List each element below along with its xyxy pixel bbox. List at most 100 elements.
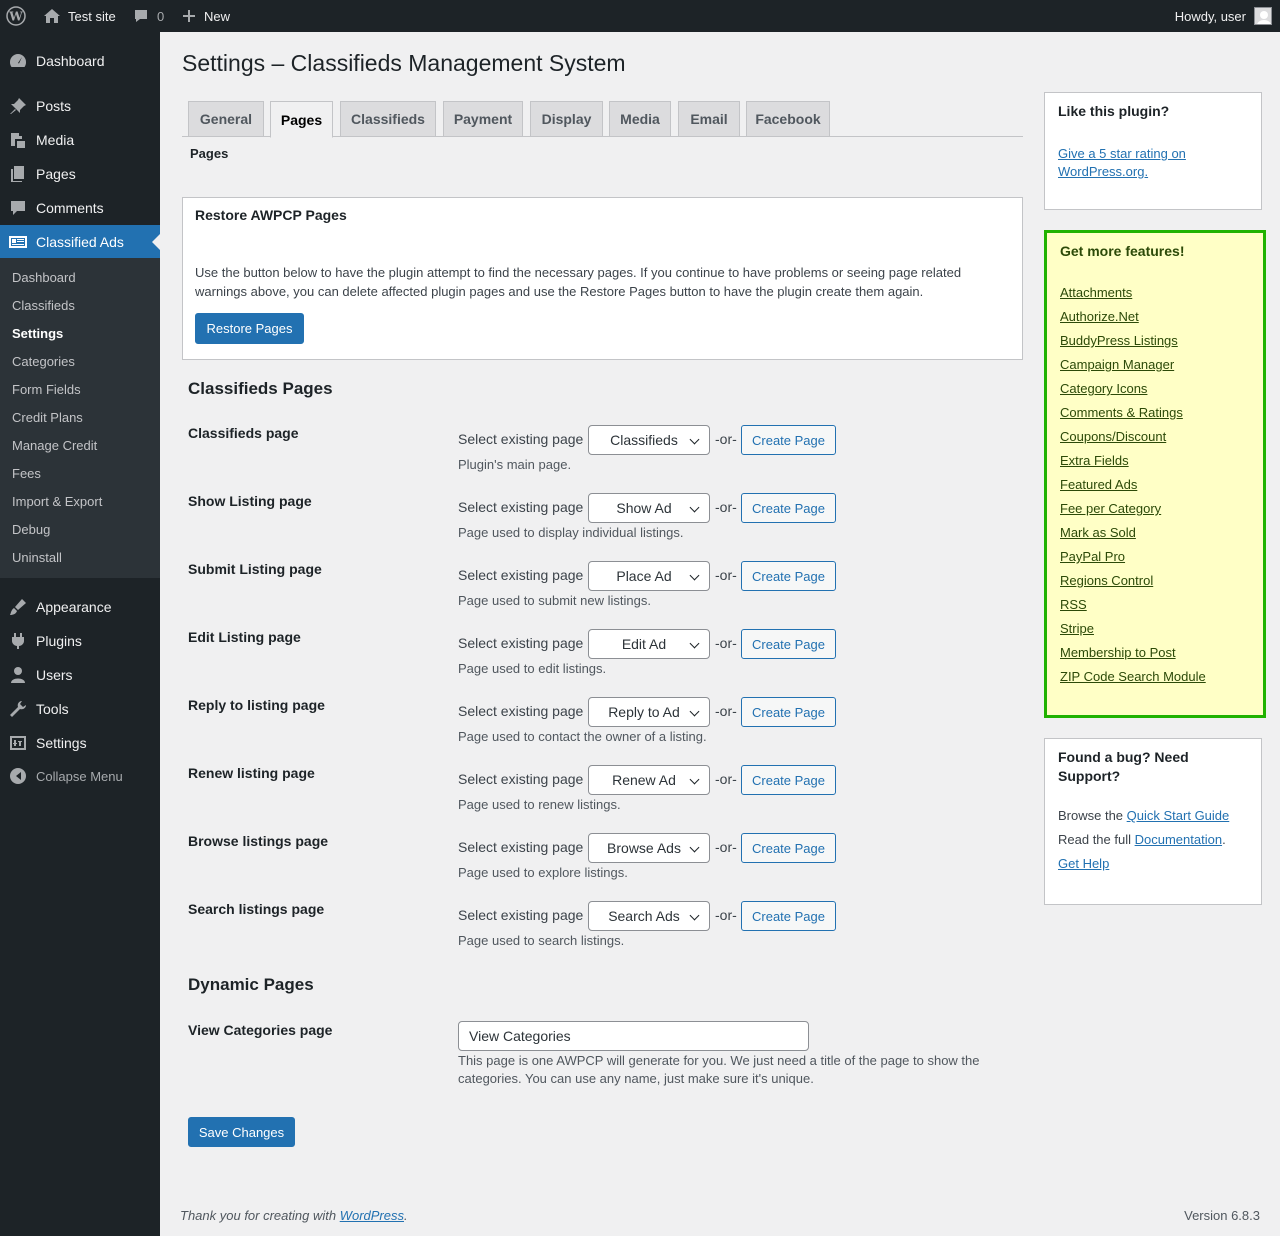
menu-item-users[interactable]: Users — [0, 658, 160, 692]
footer-thanks-suffix: . — [404, 1208, 408, 1223]
menu-item-appearance[interactable]: Appearance — [0, 590, 160, 624]
submenu-debug[interactable]: Debug — [12, 522, 50, 537]
create-page-button[interactable]: Create Page — [741, 833, 836, 863]
new-content-link[interactable]: New — [182, 0, 230, 32]
comment-icon — [11, 201, 25, 215]
page-select-value: Place Ad — [616, 568, 672, 584]
restore-title: Restore AWPCP Pages — [195, 207, 347, 223]
page-select-value: Show Ad — [616, 500, 672, 516]
feature-link[interactable]: Featured Ads — [1060, 477, 1137, 492]
submenu-import-export[interactable]: Import & Export — [12, 494, 102, 509]
or-separator: -or- — [715, 431, 737, 447]
menu-item-media[interactable]: Media — [0, 123, 160, 157]
select-existing-text: Select existing page — [458, 431, 584, 447]
site-name-link[interactable]: Test site — [43, 0, 116, 32]
page-row-label: Reply to listing page — [188, 697, 325, 713]
menu-item-comments[interactable]: Comments — [0, 191, 160, 225]
submenu-fees[interactable]: Fees — [12, 466, 41, 481]
menu-item-pages[interactable]: Pages — [0, 157, 160, 191]
feature-link[interactable]: PayPal Pro — [1060, 549, 1125, 564]
submenu-categories[interactable]: Categories — [12, 354, 75, 369]
submenu-form-fields[interactable]: Form Fields — [12, 382, 81, 397]
menu-label: Appearance — [36, 599, 112, 615]
feature-link[interactable]: BuddyPress Listings — [1060, 333, 1178, 348]
select-existing-text: Select existing page — [458, 703, 584, 719]
feature-link[interactable]: Fee per Category — [1060, 501, 1161, 516]
feature-link[interactable]: Extra Fields — [1060, 453, 1129, 468]
submenu-classifieds[interactable]: Classifieds — [12, 298, 75, 313]
menu-item-posts[interactable]: Posts — [0, 89, 160, 123]
save-changes-button[interactable]: Save Changes — [188, 1117, 295, 1147]
my-account-link[interactable]: Howdy, user — [1175, 0, 1272, 32]
page-select[interactable]: Classifieds — [588, 425, 710, 455]
feature-link[interactable]: RSS — [1060, 597, 1087, 612]
feature-link[interactable]: Attachments — [1060, 285, 1132, 300]
create-page-button[interactable]: Create Page — [741, 901, 836, 931]
feature-link[interactable]: Membership to Post — [1060, 645, 1176, 660]
dashboard-icon — [9, 54, 27, 67]
create-page-button[interactable]: Create Page — [741, 765, 836, 795]
feature-link[interactable]: Campaign Manager — [1060, 357, 1174, 372]
rate-plugin-link[interactable]: Give a 5 star rating on WordPress.org. — [1058, 146, 1186, 179]
feature-link[interactable]: Coupons/Discount — [1060, 429, 1166, 444]
feature-link[interactable]: Stripe — [1060, 621, 1094, 636]
feature-link[interactable]: Authorize.Net — [1060, 309, 1139, 324]
view-categories-input[interactable]: View Categories — [458, 1021, 809, 1051]
create-page-button[interactable]: Create Page — [741, 629, 836, 659]
page-select[interactable]: Place Ad — [588, 561, 710, 591]
documentation-link[interactable]: Documentation — [1135, 832, 1222, 847]
feature-link[interactable]: Regions Control — [1060, 573, 1153, 588]
collapse-menu-button[interactable]: Collapse Menu — [0, 759, 160, 793]
menu-item-dashboard[interactable]: Dashboard — [0, 44, 160, 78]
read-prefix: Read the full — [1058, 832, 1135, 847]
submenu-credit-plans[interactable]: Credit Plans — [12, 410, 83, 425]
page-select[interactable]: Show Ad — [588, 493, 710, 523]
tab-email[interactable]: Email — [678, 101, 740, 137]
menu-item-plugins[interactable]: Plugins — [0, 624, 160, 658]
get-help-link[interactable]: Get Help — [1058, 856, 1109, 871]
menu-item-tools[interactable]: Tools — [0, 692, 160, 726]
restore-pages-button[interactable]: Restore Pages — [195, 313, 304, 344]
wordpress-link[interactable]: WordPress — [340, 1208, 404, 1223]
or-separator: -or- — [715, 839, 737, 855]
menu-label: Plugins — [36, 633, 82, 649]
like-plugin-title: Like this plugin? — [1058, 103, 1170, 119]
feature-item: Fee per Category — [1060, 501, 1250, 525]
create-page-button[interactable]: Create Page — [741, 493, 836, 523]
tab-general[interactable]: General — [188, 101, 264, 137]
feature-item: Category Icons — [1060, 381, 1250, 405]
menu-item-classified-ads[interactable]: Classified Ads — [0, 225, 160, 259]
collapse-label: Collapse Menu — [36, 768, 123, 784]
page-select[interactable]: Reply to Ad — [588, 697, 710, 727]
quick-start-guide-link[interactable]: Quick Start Guide — [1127, 808, 1230, 823]
page-select[interactable]: Renew Ad — [588, 765, 710, 795]
view-categories-label: View Categories page — [188, 1022, 333, 1038]
submenu-dashboard[interactable]: Dashboard — [12, 270, 76, 285]
create-page-button[interactable]: Create Page — [741, 697, 836, 727]
create-page-button[interactable]: Create Page — [741, 425, 836, 455]
tab-payment[interactable]: Payment — [443, 101, 523, 137]
tab-pages[interactable]: Pages — [270, 101, 333, 138]
page-row-desc: Page used to explore listings. — [458, 865, 628, 880]
feature-link[interactable]: Comments & Ratings — [1060, 405, 1183, 420]
page-select[interactable]: Browse Ads — [588, 833, 710, 863]
submenu-manage-credit[interactable]: Manage Credit — [12, 438, 97, 453]
page-select[interactable]: Edit Ad — [588, 629, 710, 659]
feature-link[interactable]: Mark as Sold — [1060, 525, 1136, 540]
feature-link[interactable]: Category Icons — [1060, 381, 1147, 396]
comments-link[interactable]: 0 — [133, 0, 164, 32]
submenu-uninstall[interactable]: Uninstall — [12, 550, 62, 565]
submenu-settings[interactable]: Settings — [12, 326, 63, 341]
tab-display[interactable]: Display — [530, 101, 603, 137]
page-select-value: Edit Ad — [621, 636, 667, 652]
create-page-button[interactable]: Create Page — [741, 561, 836, 591]
admin-sidebar: Dashboard Posts Media Pages Comments Cla… — [0, 32, 160, 1236]
page-select[interactable]: Search Ads — [588, 901, 710, 931]
tab-media[interactable]: Media — [609, 101, 671, 137]
tab-classifieds[interactable]: Classifieds — [340, 101, 436, 137]
tab-facebook[interactable]: Facebook — [746, 101, 830, 137]
classified-ads-submenu: Dashboard Classifieds Settings Categorie… — [0, 258, 160, 578]
feature-link[interactable]: ZIP Code Search Module — [1060, 669, 1206, 684]
menu-item-settings[interactable]: Settings — [0, 726, 160, 760]
wordpress-logo-icon[interactable]: W — [6, 0, 30, 32]
